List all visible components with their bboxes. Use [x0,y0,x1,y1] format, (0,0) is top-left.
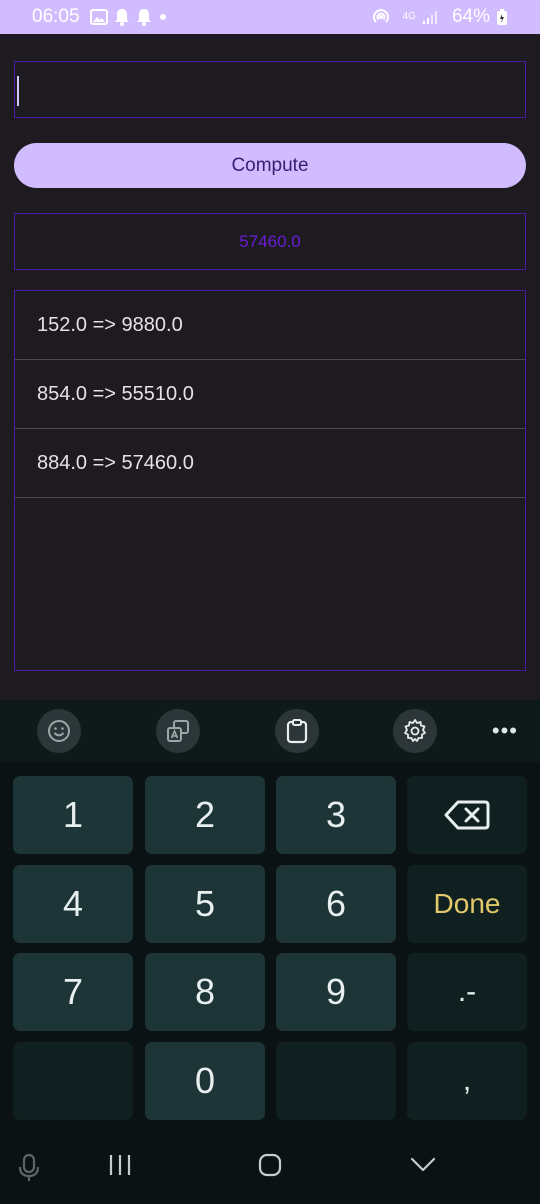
comma-key[interactable]: , [407,1042,527,1120]
list-item[interactable]: 884.0 => 57460.0 [15,429,525,498]
key-5[interactable]: 5 [145,865,265,943]
history-entry-text: 152.0 => 9880.0 [37,313,183,336]
key-3[interactable]: 3 [276,776,396,854]
list-item[interactable]: 152.0 => 9880.0 [15,291,525,360]
network-type: 4G [402,11,416,22]
image-icon [89,9,108,25]
bell-icon [136,8,152,26]
bell-icon [114,8,130,26]
status-time: 06:05 [32,6,80,27]
history-entry-text: 854.0 => 55510.0 [37,382,194,405]
dot-minus-key[interactable]: .- [407,953,527,1031]
key-0[interactable]: 0 [145,1042,265,1120]
back-icon[interactable] [410,1153,436,1177]
hotspot-icon [371,7,391,27]
result-value: 57460.0 [239,231,301,251]
history-list[interactable]: 152.0 => 9880.0 854.0 => 55510.0 884.0 =… [14,290,526,671]
home-icon[interactable] [258,1153,282,1177]
settings-icon[interactable] [393,709,437,753]
translate-icon[interactable] [156,709,200,753]
more-icon[interactable]: ••• [492,718,518,744]
compute-button[interactable]: Compute [14,143,526,188]
backspace-key[interactable] [407,776,527,854]
number-input-field[interactable] [14,61,526,118]
key-1[interactable]: 1 [13,776,133,854]
battery-icon [496,8,508,26]
empty-key [13,1042,133,1120]
mic-icon[interactable] [18,1153,40,1183]
navigation-bar [0,1127,540,1204]
battery-percent: 64% [451,6,490,27]
key-2[interactable]: 2 [145,776,265,854]
key-7[interactable]: 7 [13,953,133,1031]
status-bar: 06:05 4G 64% [0,0,540,34]
keyboard-toolbar: ••• [0,700,540,762]
list-item[interactable]: 854.0 => 55510.0 [15,360,525,429]
dot-icon [158,12,168,22]
emoji-icon[interactable] [37,709,81,753]
backspace-icon [444,799,490,831]
number-input[interactable] [15,62,525,117]
key-9[interactable]: 9 [276,953,396,1031]
history-entry-text: 884.0 => 57460.0 [37,451,194,474]
clipboard-icon[interactable] [275,709,319,753]
key-4[interactable]: 4 [13,865,133,943]
recents-icon[interactable] [108,1153,132,1177]
result-display: 57460.0 [14,213,526,270]
done-key[interactable]: Done [407,865,527,943]
key-8[interactable]: 8 [145,953,265,1031]
numeric-keyboard: 1 2 3 4 5 6 Done 7 8 9 .- 0 , [0,762,540,1127]
empty-key [276,1042,396,1120]
key-6[interactable]: 6 [276,865,396,943]
signal-icon [422,9,440,25]
